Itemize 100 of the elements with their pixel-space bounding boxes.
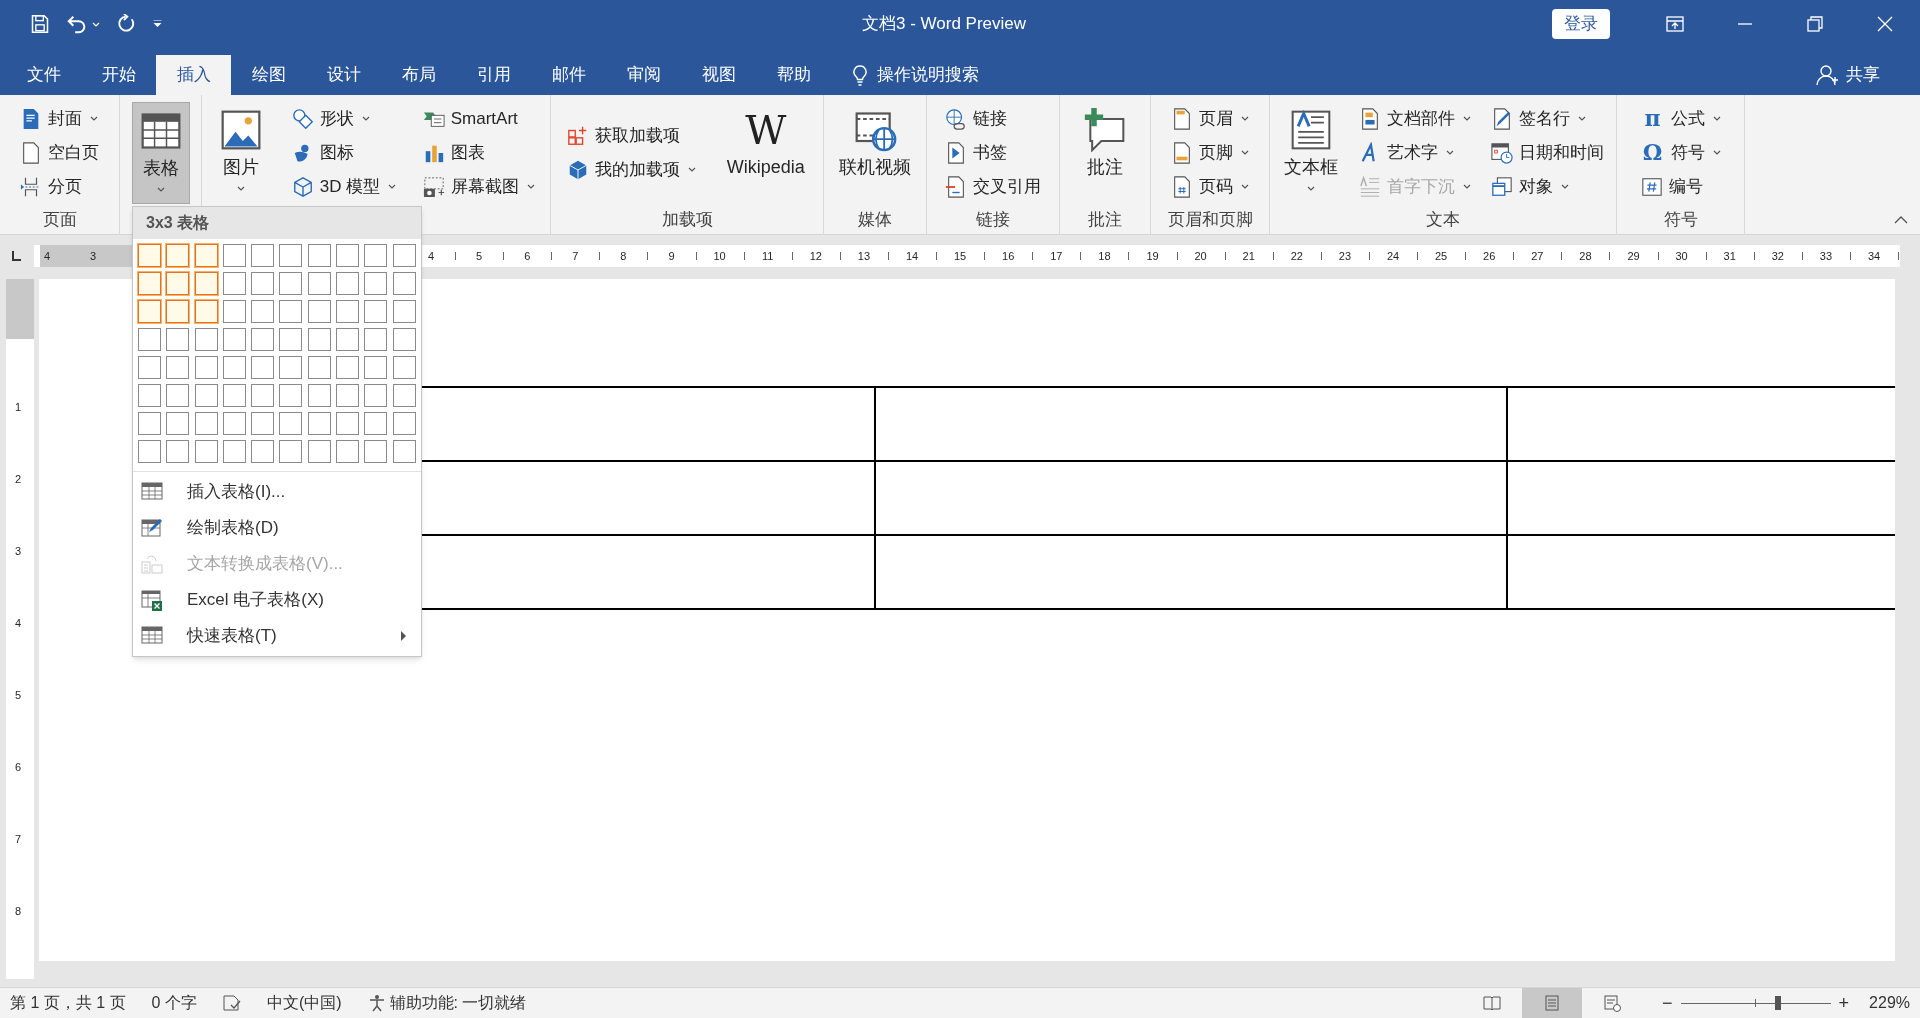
word-count[interactable]: 0 个字: [151, 991, 197, 1015]
ribbon-button[interactable]: 3D 模型: [287, 169, 401, 204]
ribbon-tab[interactable]: 设计: [306, 55, 381, 95]
ribbon-button[interactable]: π 公式: [1636, 101, 1725, 136]
ribbon-tab[interactable]: 邮件: [531, 55, 606, 95]
accessibility-icon[interactable]: [367, 994, 386, 1012]
share-button[interactable]: 共享: [1846, 62, 1880, 88]
grid-cell[interactable]: [307, 412, 331, 435]
tab-stop-icon[interactable]: [11, 250, 23, 262]
ribbon-button[interactable]: 链接: [941, 101, 1045, 136]
grid-cell[interactable]: [222, 328, 246, 351]
grid-cell[interactable]: [279, 328, 303, 351]
login-button[interactable]: 登录: [1552, 9, 1610, 39]
grid-cell[interactable]: [279, 412, 303, 435]
ribbon-tab[interactable]: 帮助: [756, 55, 831, 95]
ribbon-button[interactable]: Ω 符号: [1636, 135, 1725, 170]
grid-cell[interactable]: [166, 356, 190, 379]
ribbon-button[interactable]: W Wikipedia: [720, 101, 811, 204]
ribbon-button[interactable]: 签名行: [1487, 101, 1609, 136]
zoom-level[interactable]: 229%: [1869, 991, 1910, 1015]
ribbon-tab[interactable]: 文件: [6, 55, 81, 95]
ribbon-tab[interactable]: 开始: [81, 55, 156, 95]
ribbon-button[interactable]: 页眉: [1167, 101, 1253, 136]
accessibility-status[interactable]: 辅助功能: 一切就绪: [389, 991, 527, 1015]
grid-cell[interactable]: [336, 272, 360, 295]
grid-cell[interactable]: [251, 356, 275, 379]
grid-cell[interactable]: [364, 328, 388, 351]
grid-cell[interactable]: [392, 328, 416, 351]
grid-cell[interactable]: [138, 244, 161, 267]
save-icon[interactable]: [30, 14, 50, 34]
ribbon-tab[interactable]: 绘图: [231, 55, 306, 95]
grid-cell[interactable]: [194, 356, 218, 379]
ribbon-button[interactable]: 页脚: [1167, 135, 1253, 170]
grid-cell[interactable]: [279, 300, 303, 323]
grid-cell[interactable]: [307, 440, 331, 463]
grid-cell[interactable]: [251, 412, 275, 435]
grid-cell[interactable]: [336, 440, 360, 463]
grid-cell[interactable]: [392, 244, 416, 267]
ribbon-button[interactable]: 表格: [131, 101, 190, 204]
ribbon-button[interactable]: 封面: [16, 101, 103, 136]
grid-cell[interactable]: [364, 300, 388, 323]
zoom-out-button[interactable]: −: [1662, 994, 1673, 1012]
page-count[interactable]: 第 1 页，共 1 页: [10, 991, 126, 1015]
ribbon-button[interactable]: SmartArt: [418, 101, 539, 136]
ribbon-display-icon[interactable]: [1666, 15, 1684, 33]
ribbon-button[interactable]: 联机视频: [833, 101, 917, 204]
ribbon-button[interactable]: 屏幕截图: [418, 169, 539, 204]
grid-cell[interactable]: [279, 272, 303, 295]
grid-cell[interactable]: [166, 412, 190, 435]
ribbon-button[interactable]: 对象: [1487, 169, 1609, 204]
restore-icon[interactable]: [1806, 15, 1824, 33]
grid-cell[interactable]: [222, 440, 246, 463]
zoom-in-button[interactable]: +: [1838, 994, 1850, 1012]
grid-cell[interactable]: [279, 356, 303, 379]
ribbon-button[interactable]: 交叉引用: [941, 169, 1045, 204]
ribbon-button[interactable]: 艺术字: [1355, 135, 1476, 170]
grid-cell[interactable]: [166, 440, 190, 463]
grid-cell[interactable]: [336, 412, 360, 435]
collapse-ribbon-icon[interactable]: [1894, 216, 1908, 224]
ribbon-button[interactable]: 分页: [16, 169, 103, 204]
ribbon-button[interactable]: 图片: [213, 101, 270, 204]
grid-cell[interactable]: [307, 300, 331, 323]
zoom-slider[interactable]: [1680, 996, 1831, 1010]
ribbon-button[interactable]: 获取加载项: [563, 118, 701, 153]
grid-cell[interactable]: [392, 440, 416, 463]
caret-icon[interactable]: [92, 21, 100, 27]
grid-cell[interactable]: [194, 328, 218, 351]
grid-cell[interactable]: [392, 300, 416, 323]
grid-cell[interactable]: [307, 328, 331, 351]
grid-cell[interactable]: [251, 244, 275, 267]
grid-cell[interactable]: [138, 272, 161, 295]
grid-cell[interactable]: [251, 440, 275, 463]
grid-cell[interactable]: [138, 384, 161, 407]
grid-cell[interactable]: [138, 412, 161, 435]
ribbon-button[interactable]: 图表: [418, 135, 539, 170]
menu-item[interactable]: 插入表格(I)...: [133, 474, 421, 510]
ribbon-tab[interactable]: 布局: [381, 55, 456, 95]
ribbon-tab[interactable]: 插入: [156, 55, 231, 95]
grid-cell[interactable]: [307, 356, 331, 379]
close-icon[interactable]: [1876, 15, 1894, 33]
search-field[interactable]: 操作说明搜索: [877, 62, 1037, 88]
slider-thumb[interactable]: [1775, 996, 1782, 1010]
language-status[interactable]: 中文(中国): [266, 991, 342, 1015]
grid-cell[interactable]: [166, 244, 190, 267]
grid-cell[interactable]: [222, 384, 246, 407]
menu-item[interactable]: Excel 电子表格(X): [133, 582, 421, 618]
grid-cell[interactable]: [194, 244, 218, 267]
customize-caret-icon[interactable]: [153, 20, 162, 28]
grid-cell[interactable]: [222, 356, 246, 379]
grid-cell[interactable]: [166, 300, 190, 323]
grid-cell[interactable]: [336, 356, 360, 379]
grid-cell[interactable]: [194, 384, 218, 407]
grid-cell[interactable]: [251, 328, 275, 351]
grid-cell[interactable]: [279, 384, 303, 407]
proofing-icon[interactable]: [222, 994, 241, 1012]
ribbon-button[interactable]: 我的加载项: [563, 152, 701, 187]
ribbon-button[interactable]: 形状: [287, 101, 401, 136]
grid-cell[interactable]: [364, 384, 388, 407]
grid-cell[interactable]: [222, 412, 246, 435]
grid-cell[interactable]: [138, 356, 161, 379]
